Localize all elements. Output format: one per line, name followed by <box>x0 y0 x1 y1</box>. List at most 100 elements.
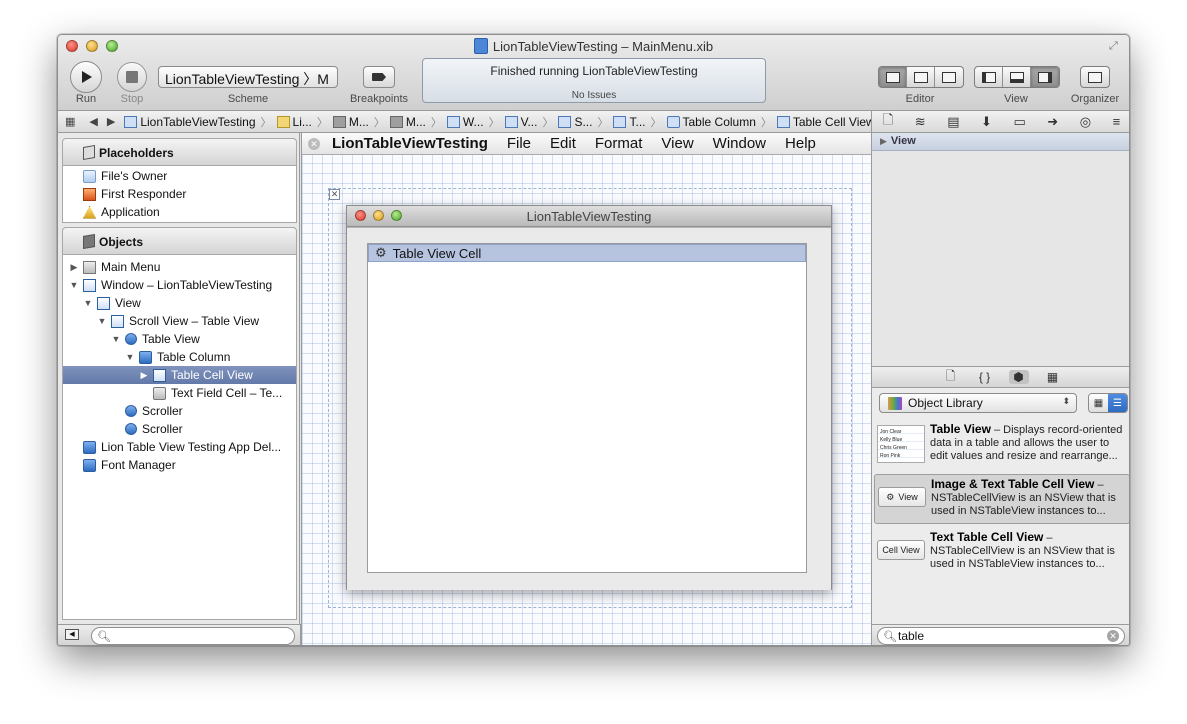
menu-format[interactable]: Format <box>585 135 652 152</box>
library-popup[interactable]: Object Library ⬍ <box>879 393 1077 413</box>
placeholder-first-responder[interactable]: First Responder <box>63 185 296 203</box>
list-view-button[interactable]: ☰ <box>1108 394 1127 412</box>
quick-help-icon[interactable]: ≋ <box>915 114 926 130</box>
tree-item-table-view[interactable]: ▼ Table View <box>63 330 296 348</box>
breakpoints-button[interactable] <box>363 66 395 88</box>
stop-button[interactable] <box>117 62 147 92</box>
size-inspector-icon[interactable]: ▭ <box>1013 114 1025 130</box>
placeholder-application[interactable]: Application <box>63 203 296 221</box>
disclosure-triangle-icon[interactable]: ▶ <box>139 370 149 381</box>
tree-item-table-column[interactable]: ▼ Table Column <box>63 348 296 366</box>
disclosure-triangle-icon[interactable]: ▼ <box>83 298 93 308</box>
menu-file[interactable]: File <box>497 135 540 152</box>
file-templates-icon[interactable]: 🗋 <box>941 367 961 388</box>
jump-item-table-column[interactable]: Table Column <box>665 115 758 129</box>
library-item-table-view[interactable]: Jon Clear Kelly Blue Chris Green Ron Pin… <box>874 420 1129 470</box>
menu-window[interactable]: Window <box>703 135 775 152</box>
version-editor-button[interactable] <box>935 67 963 87</box>
jump-item-table-view[interactable]: T... <box>611 115 647 129</box>
assistant-editor-button[interactable] <box>907 67 935 87</box>
ib-table-view[interactable]: ⚙ Table View Cell <box>367 243 807 573</box>
cell-view-thumbnail: ⚙ View <box>878 487 926 507</box>
zoom-button <box>391 210 402 221</box>
table-view-thumbnail: Jon Clear Kelly Blue Chris Green Ron Pin… <box>877 425 925 463</box>
ib-window-title[interactable]: LionTableViewTesting <box>347 206 831 227</box>
utilities-toggle-button[interactable] <box>1031 67 1059 87</box>
disclosure-triangle-icon[interactable]: ▶ <box>69 262 79 273</box>
ib-window-content[interactable]: ⚙ Table View Cell <box>347 228 831 590</box>
window-icon <box>83 278 96 292</box>
jump-item-window[interactable]: W... <box>445 115 486 129</box>
icon-view-button[interactable]: ▦ <box>1089 394 1108 412</box>
bindings-inspector-icon[interactable]: ◎ <box>1080 114 1091 130</box>
disclosure-triangle-icon[interactable]: ▶ <box>880 136 887 146</box>
jump-item-view[interactable]: V... <box>503 115 540 129</box>
ib-window[interactable]: LionTableViewTesting ⚙ Table View Cell <box>346 205 832 590</box>
file-inspector-icon[interactable]: 🗋 <box>883 111 893 133</box>
effects-inspector-icon[interactable]: ≡ <box>1113 114 1121 129</box>
related-items-icon[interactable]: ▦ <box>58 115 82 128</box>
library-item-text-cell-view[interactable]: Cell View Text Table Cell View – NSTable… <box>874 528 1129 578</box>
jump-item-folder[interactable]: Li... <box>275 115 314 129</box>
tree-item-main-menu[interactable]: ▶ Main Menu <box>63 258 296 276</box>
jump-item-scroll-view[interactable]: S... <box>556 115 594 129</box>
tree-item-scroller[interactable]: Scroller <box>63 402 296 420</box>
organizer-button[interactable] <box>1080 66 1110 88</box>
tree-item-text-field-cell[interactable]: Text Field Cell – Te... <box>63 384 296 402</box>
forward-button[interactable]: ▶ <box>105 115 122 128</box>
ib-table-cell-view[interactable]: ⚙ Table View Cell <box>368 244 806 262</box>
tree-item-view[interactable]: ▼ View <box>63 294 296 312</box>
tree-item-scroller[interactable]: Scroller <box>63 420 296 438</box>
menu-bar-object[interactable]: ✕ LionTableViewTesting File Edit Format … <box>302 133 872 155</box>
library-item-image-text-cell-view[interactable]: ⚙ View Image & Text Table Cell View – NST… <box>874 474 1129 524</box>
placeholder-files-owner[interactable]: File's Owner <box>63 167 296 185</box>
close-icon[interactable]: ✕ <box>329 189 340 200</box>
disclosure-triangle-icon[interactable]: ▼ <box>97 316 107 326</box>
inspector-section-view[interactable]: ▶ View <box>871 133 1129 151</box>
media-library-icon[interactable]: ▦ <box>1043 370 1063 384</box>
code-snippets-icon[interactable]: { } <box>975 370 995 384</box>
scroller-icon <box>125 405 137 417</box>
menu-app[interactable]: LionTableViewTesting <box>332 135 497 152</box>
tree-item-table-cell-view[interactable]: ▶ Table Cell View <box>63 366 296 384</box>
tree-item-app-delegate[interactable]: Lion Table View Testing App Del... <box>63 438 296 456</box>
clear-search-icon[interactable]: ✕ <box>1107 630 1119 642</box>
scheme-popup[interactable]: LionTableViewTesting 〉M <box>158 66 338 88</box>
ib-canvas[interactable]: ✕ LionTableViewTesting File Edit Format … <box>301 133 872 645</box>
menu-view[interactable]: View <box>651 135 702 152</box>
fullscreen-icon[interactable]: ⤢ <box>1109 40 1121 52</box>
navigator-pane-icon <box>981 71 996 83</box>
outline-filter-field[interactable]: 🔍︎ <box>91 627 295 645</box>
object-library-icon[interactable]: ⬢ <box>1008 370 1029 384</box>
library-item-text: Table View – Displays record-oriented da… <box>930 422 1123 463</box>
navigator-toggle-button[interactable] <box>975 67 1003 87</box>
disclosure-triangle-icon[interactable]: ▼ <box>125 352 135 362</box>
close-icon[interactable]: ✕ <box>308 137 320 150</box>
run-button[interactable] <box>70 61 102 93</box>
identity-inspector-icon[interactable]: ▤ <box>947 114 959 130</box>
disclosure-triangle-icon[interactable]: ▼ <box>111 334 121 344</box>
scroller-icon <box>125 423 137 435</box>
tree-item-window[interactable]: ▼ Window – LionTableViewTesting <box>63 276 296 294</box>
window-title-text: LionTableViewTesting – MainMenu.xib <box>492 38 714 54</box>
attributes-inspector-icon[interactable]: ⬇ <box>981 114 992 130</box>
tree-item-scroll-view[interactable]: ▼ Scroll View – Table View <box>63 312 296 330</box>
back-button[interactable]: ◀ <box>82 115 104 128</box>
xib-file-icon <box>473 38 488 54</box>
jump-item-mainmenu[interactable]: M... <box>388 115 428 129</box>
debug-toggle-button[interactable] <box>1003 67 1031 87</box>
connections-inspector-icon[interactable]: ➜ <box>1047 114 1058 130</box>
menu-edit[interactable]: Edit <box>540 135 585 152</box>
standard-editor-button[interactable] <box>879 67 907 87</box>
jump-item-project[interactable]: LionTableViewTesting <box>122 115 257 129</box>
tree-item-font-manager[interactable]: Font Manager <box>63 456 296 474</box>
jump-item-table-cell-view[interactable]: Table Cell View <box>775 115 871 129</box>
disclosure-triangle-icon[interactable]: ▼ <box>69 280 79 290</box>
jump-item-xib[interactable]: M... <box>331 115 371 129</box>
library-search-field[interactable]: 🔍︎ table ✕ <box>877 627 1125 645</box>
organizer-icon <box>1088 71 1102 83</box>
jump-bar: ▦ ◀ ▶ LionTableViewTesting 〉 Li... 〉 M..… <box>58 111 871 133</box>
menu-help[interactable]: Help <box>775 135 825 152</box>
hide-outline-icon[interactable]: ◀ <box>65 629 79 640</box>
view-icon <box>97 296 110 310</box>
